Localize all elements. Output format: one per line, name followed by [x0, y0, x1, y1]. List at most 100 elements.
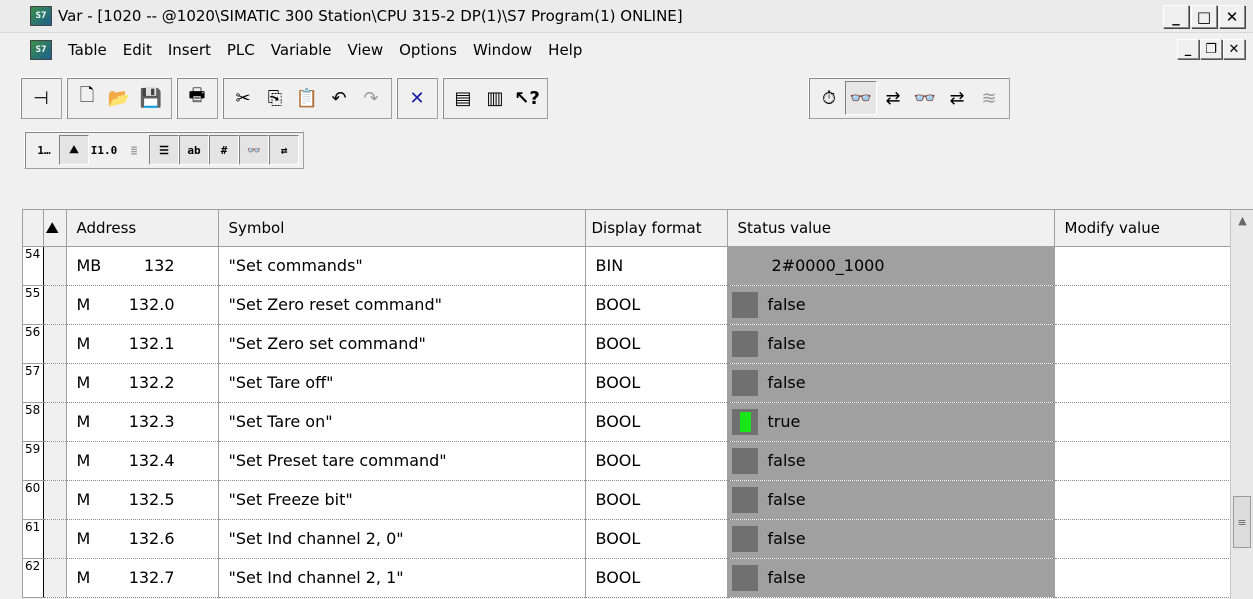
menu-insert[interactable]: Insert: [160, 41, 219, 59]
undo-icon[interactable]: ↶: [323, 81, 355, 115]
address-cell[interactable]: M 132.3: [66, 402, 219, 442]
row-number[interactable]: 56: [23, 324, 44, 364]
row-marker[interactable]: [43, 363, 67, 403]
column-status-icon[interactable]: #: [209, 135, 239, 165]
display-format-cell[interactable]: BOOL: [585, 363, 728, 403]
table-row[interactable]: 59 M 132.4 "Set Preset tare command" BOOL fal…: [23, 441, 1232, 481]
save-icon[interactable]: 💾: [135, 81, 167, 115]
header-symbol[interactable]: Symbol: [218, 210, 586, 247]
header-modify-value[interactable]: Modify value: [1054, 210, 1232, 247]
symbol-cell[interactable]: "Set Tare off": [218, 363, 586, 403]
header-address[interactable]: Address: [66, 210, 219, 247]
cut-icon[interactable]: ✂: [227, 81, 259, 115]
modify-value-cell[interactable]: [1054, 402, 1232, 442]
app-icon[interactable]: S7: [30, 6, 52, 26]
row-number[interactable]: 61: [23, 519, 44, 559]
row-marker[interactable]: [43, 558, 67, 598]
address-cell[interactable]: M 132.7: [66, 558, 219, 598]
row-number[interactable]: 62: [23, 558, 44, 598]
menu-edit[interactable]: Edit: [115, 41, 160, 59]
menu-options[interactable]: Options: [391, 41, 465, 59]
modify-once-icon[interactable]: ⇄: [941, 81, 973, 115]
pin-icon[interactable]: ⊣: [25, 81, 57, 115]
table-row[interactable]: 58 M 132.3 "Set Tare on" BOOL true: [23, 402, 1232, 442]
address-cell[interactable]: M 132.1: [66, 324, 219, 364]
menu-plc[interactable]: PLC: [219, 41, 263, 59]
row-marker[interactable]: [43, 402, 67, 442]
maximize-button[interactable]: □: [1191, 5, 1217, 28]
close-button[interactable]: ✕: [1219, 5, 1245, 28]
display-format-cell[interactable]: BOOL: [585, 324, 728, 364]
address-cell[interactable]: M 132.0: [66, 285, 219, 325]
table-row[interactable]: 56 M 132.1 "Set Zero set command" BOOL false: [23, 324, 1232, 364]
symbol-cell[interactable]: "Set Preset tare command": [218, 441, 586, 481]
menu-table[interactable]: Table: [60, 41, 115, 59]
monitor-once-icon[interactable]: 👓: [909, 81, 941, 115]
row-marker[interactable]: [43, 441, 67, 481]
symbol-cell[interactable]: "Set Ind channel 2, 0": [218, 519, 586, 559]
copy-icon[interactable]: ⎘: [259, 81, 291, 115]
modify-value-cell[interactable]: [1054, 519, 1232, 559]
paste-icon[interactable]: 📋: [291, 81, 323, 115]
row-number[interactable]: 54: [23, 246, 44, 286]
row-number[interactable]: 59: [23, 441, 44, 481]
modify-value-cell[interactable]: [1054, 285, 1232, 325]
scroll-thumb[interactable]: ≡: [1233, 496, 1251, 548]
display-format-cell[interactable]: BIN: [585, 246, 728, 286]
delete-icon[interactable]: ✕: [401, 81, 433, 115]
column-comment-icon[interactable]: ☰: [149, 135, 179, 165]
symbol-cell[interactable]: "Set Zero set command": [218, 324, 586, 364]
column-rownum-icon[interactable]: 1…: [29, 135, 59, 165]
column-symbol-icon[interactable]: ⛰: [59, 135, 89, 165]
display-format-cell[interactable]: BOOL: [585, 402, 728, 442]
column-format-icon[interactable]: ab: [179, 135, 209, 165]
row-number[interactable]: 58: [23, 402, 44, 442]
document-icon[interactable]: S7: [30, 40, 52, 60]
column-monitor-icon[interactable]: 👓: [239, 135, 269, 165]
table-row[interactable]: 61 M 132.6 "Set Ind channel 2, 0" BOOL false: [23, 519, 1232, 559]
header-status-value[interactable]: Status value: [727, 210, 1055, 247]
address-cell[interactable]: MB 132: [66, 246, 219, 286]
header-symbol-icon[interactable]: ⛰: [43, 210, 67, 247]
address-cell[interactable]: M 132.5: [66, 480, 219, 520]
vertical-scrollbar[interactable]: ▲ ≡: [1230, 210, 1253, 599]
doc-minimize-button[interactable]: _: [1177, 39, 1199, 59]
menu-window[interactable]: Window: [465, 41, 540, 59]
symbol-cell[interactable]: "Set Tare on": [218, 402, 586, 442]
symbol-cell[interactable]: "Set Freeze bit": [218, 480, 586, 520]
symbol-cell[interactable]: "Set Zero reset command": [218, 285, 586, 325]
address-cell[interactable]: M 132.6: [66, 519, 219, 559]
plc-status-icon[interactable]: ▥: [479, 81, 511, 115]
modify-value-cell[interactable]: [1054, 363, 1232, 403]
column-datatype-icon[interactable]: ≣: [119, 135, 149, 165]
open-folder-icon[interactable]: 📂: [103, 81, 135, 115]
row-marker[interactable]: [43, 246, 67, 286]
address-cell[interactable]: M 132.2: [66, 363, 219, 403]
print-icon[interactable]: 🖶: [181, 81, 213, 115]
new-file-icon[interactable]: 🗋: [71, 81, 103, 115]
force-icon[interactable]: ≋: [973, 81, 1005, 115]
doc-close-button[interactable]: ✕: [1223, 39, 1245, 59]
column-modify-icon[interactable]: ⇄: [269, 135, 299, 165]
help-pointer-icon[interactable]: ↖?: [511, 81, 543, 115]
table-row[interactable]: 54 MB 132 "Set commands" BIN 2#0000_1000: [23, 246, 1232, 286]
modify-value-cell[interactable]: [1054, 246, 1232, 286]
address-cell[interactable]: M 132.4: [66, 441, 219, 481]
trigger-icon[interactable]: ⏱: [813, 81, 845, 115]
modify-icon[interactable]: ⇄: [877, 81, 909, 115]
table-row[interactable]: 57 M 132.2 "Set Tare off" BOOL false: [23, 363, 1232, 403]
table-row[interactable]: 55 M 132.0 "Set Zero reset command" BOOL fals…: [23, 285, 1232, 325]
monitor-glasses-icon[interactable]: 👓: [845, 81, 877, 115]
row-number[interactable]: 57: [23, 363, 44, 403]
display-format-cell[interactable]: BOOL: [585, 519, 728, 559]
row-marker[interactable]: [43, 324, 67, 364]
menu-help[interactable]: Help: [540, 41, 590, 59]
modify-value-cell[interactable]: [1054, 558, 1232, 598]
display-format-cell[interactable]: BOOL: [585, 558, 728, 598]
modify-value-cell[interactable]: [1054, 324, 1232, 364]
row-marker[interactable]: [43, 519, 67, 559]
menu-view[interactable]: View: [340, 41, 392, 59]
doc-restore-button[interactable]: ❐: [1200, 39, 1222, 59]
symbol-cell[interactable]: "Set commands": [218, 246, 586, 286]
modify-value-cell[interactable]: [1054, 441, 1232, 481]
